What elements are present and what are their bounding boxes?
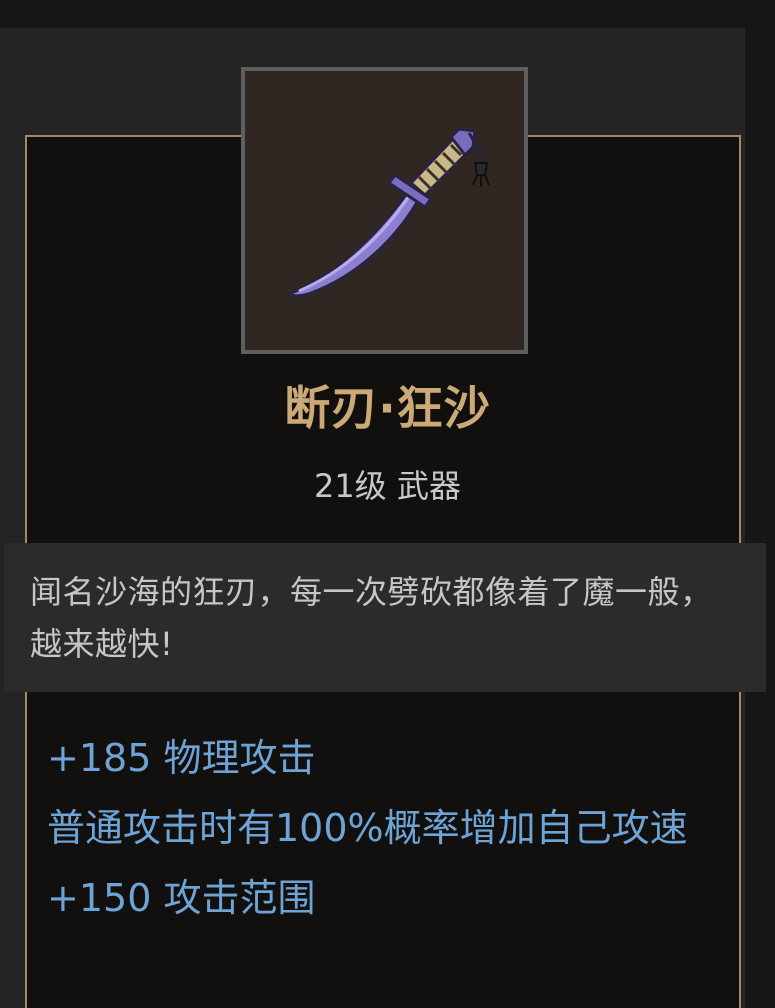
stat-physical-attack: +185 物理攻击 [47, 736, 316, 780]
stat-attack-speed: 普通攻击时有100%概率增加自己攻速 [47, 806, 688, 850]
item-level-type: 21级 武器 [314, 467, 461, 505]
item-description: 闻名沙海的狂刃，每一次劈砍都像着了魔一般，越来越快! [30, 573, 713, 663]
item-stats: +185 物理攻击 普通攻击时有100%概率增加自己攻速 +150 攻击范围 [47, 729, 727, 939]
stat-attack-range: +150 攻击范围 [47, 876, 316, 920]
item-name: 断刃·狂沙 [284, 381, 491, 435]
item-description-box: 闻名沙海的狂刃，每一次劈砍都像着了魔一般，越来越快! [4, 543, 766, 692]
curved-dagger-icon [287, 127, 490, 298]
item-icon-frame [241, 67, 528, 354]
